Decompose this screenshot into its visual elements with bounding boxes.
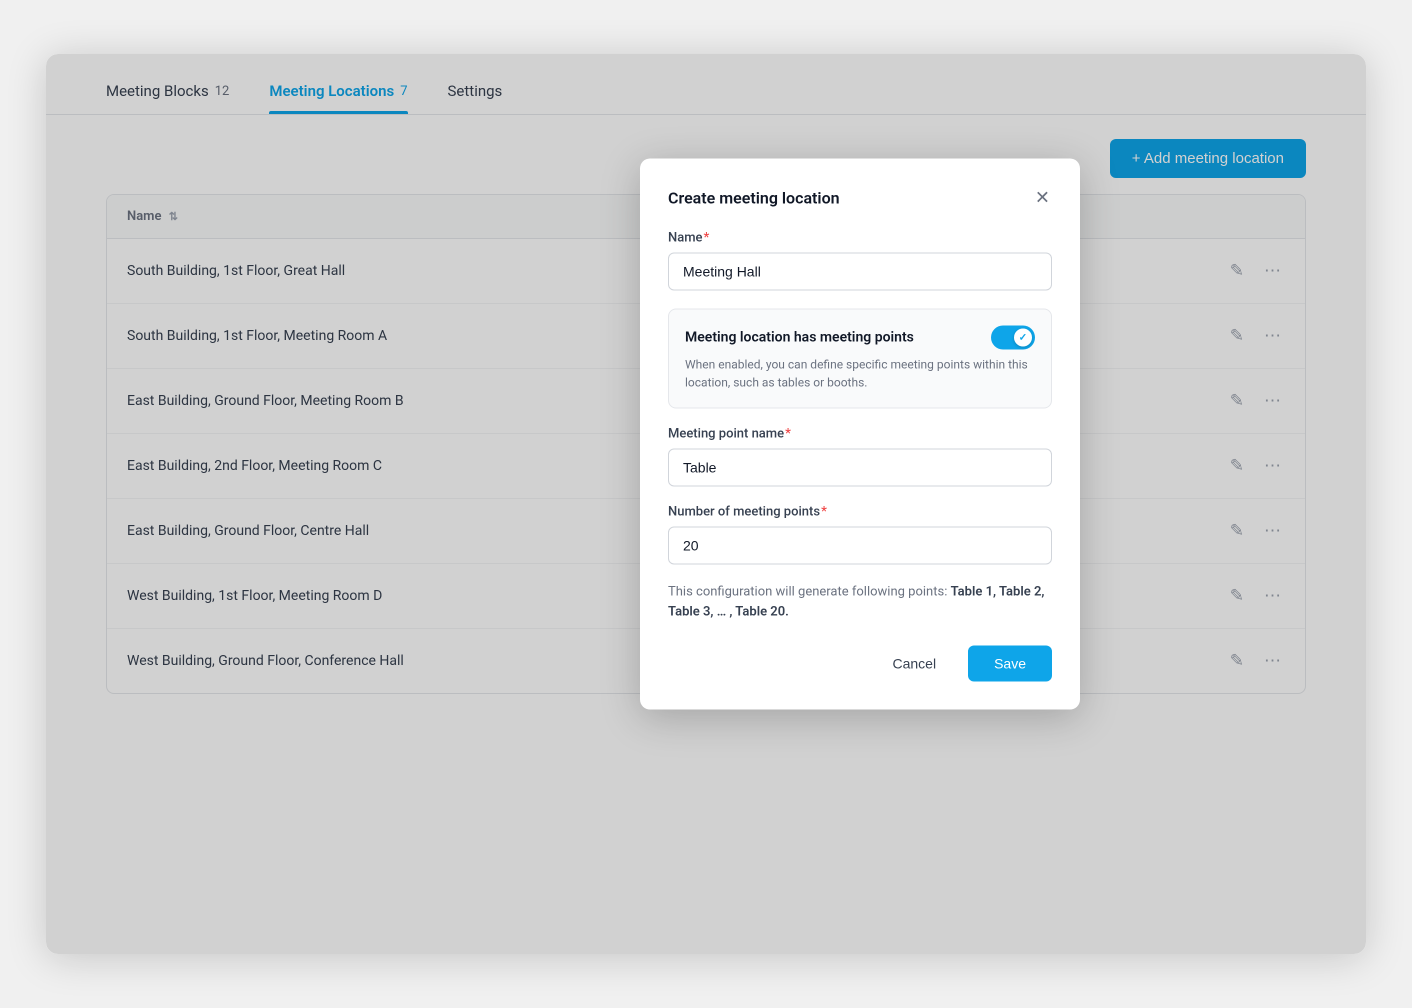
toggle-section: Meeting location has meeting points ✓ Wh…: [668, 309, 1052, 409]
modal-title: Create meeting location: [668, 188, 840, 207]
name-required-star: *: [704, 231, 710, 246]
toggle-knob: ✓: [1014, 329, 1032, 347]
name-label: Name*: [668, 231, 1052, 246]
modal-footer: Cancel Save: [668, 646, 1052, 682]
meeting-point-name-label: Meeting point name*: [668, 427, 1052, 442]
modal-header: Create meeting location ✕: [668, 187, 1052, 209]
num-points-input[interactable]: [668, 527, 1052, 565]
app-window: Meeting Blocks 12 Meeting Locations 7 Se…: [46, 54, 1366, 954]
num-meeting-points-group: Number of meeting points*: [668, 505, 1052, 565]
meeting-point-name-group: Meeting point name*: [668, 427, 1052, 487]
toggle-check-icon: ✓: [1019, 332, 1027, 343]
create-meeting-location-modal: Create meeting location ✕ Name* Meeting …: [640, 159, 1080, 710]
toggle-row: Meeting location has meeting points ✓: [685, 326, 1035, 350]
meeting-point-name-input[interactable]: [668, 449, 1052, 487]
toggle-description: When enabled, you can define specific me…: [685, 356, 1035, 392]
num-points-required-star: *: [821, 505, 827, 520]
point-name-required-star: *: [785, 427, 791, 442]
toggle-switch[interactable]: ✓: [991, 326, 1035, 350]
modal-close-button[interactable]: ✕: [1033, 187, 1052, 209]
save-button[interactable]: Save: [968, 646, 1052, 682]
generated-points-info: This configuration will generate followi…: [668, 583, 1052, 622]
cancel-button[interactable]: Cancel: [872, 646, 956, 682]
toggle-label: Meeting location has meeting points: [685, 330, 914, 346]
name-input[interactable]: [668, 253, 1052, 291]
name-field-group: Name*: [668, 231, 1052, 291]
num-points-label: Number of meeting points*: [668, 505, 1052, 520]
